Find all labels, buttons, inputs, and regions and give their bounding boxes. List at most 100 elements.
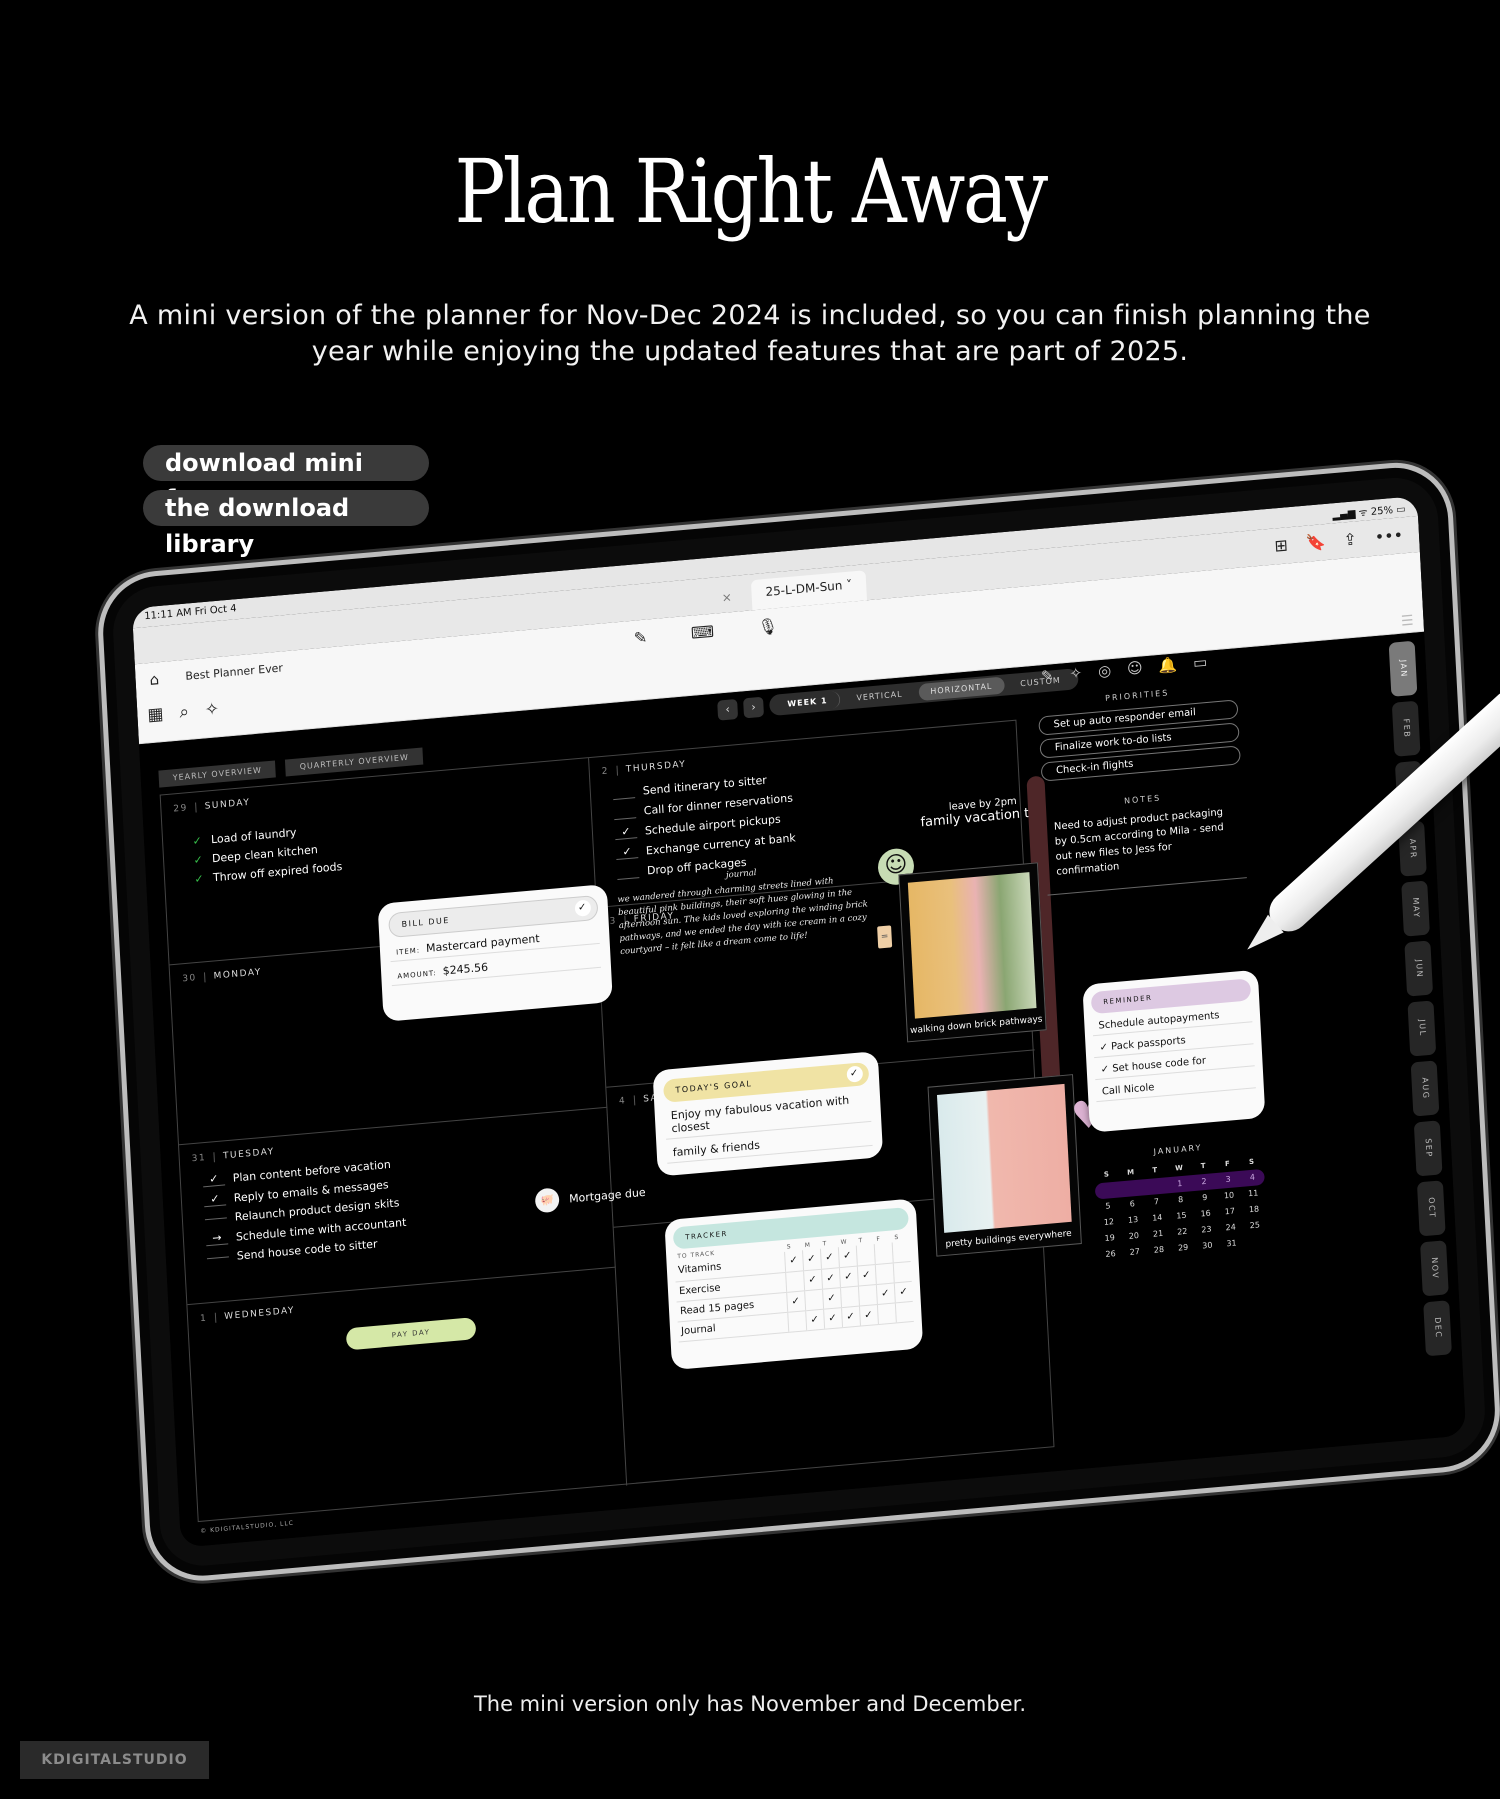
- tracker-empty-cell[interactable]: [787, 1310, 807, 1332]
- check-icon[interactable]: ✓: [192, 853, 205, 867]
- tracker-check-icon[interactable]: ✓: [837, 1245, 857, 1268]
- tracker-empty-cell[interactable]: [894, 1300, 914, 1323]
- tracker-check-icon[interactable]: ✓: [802, 1248, 821, 1271]
- photo-pretty-buildings[interactable]: pretty buildings everywhere: [927, 1074, 1082, 1257]
- month-tab-jul[interactable]: JUL: [1407, 1000, 1437, 1057]
- bell-icon[interactable]: 🔔: [1158, 655, 1178, 675]
- view-vertical[interactable]: VERTICAL: [844, 684, 915, 707]
- check-icon[interactable]: ✓: [193, 872, 206, 886]
- calendar-date[interactable]: 28: [1146, 1241, 1171, 1259]
- month-tab-may[interactable]: MAY: [1401, 880, 1430, 937]
- target-icon[interactable]: ◎: [1098, 661, 1112, 680]
- week-label[interactable]: WEEK 1: [774, 690, 841, 714]
- home-icon[interactable]: ⌂: [149, 670, 159, 689]
- day-name: SUNDAY: [204, 797, 251, 812]
- tracker-empty-cell[interactable]: [804, 1288, 824, 1311]
- tablet-frame: 11:11 AM Fri Oct 4 ▂▄▆ ᯤ 25% ▭ × 25-L-DM…: [95, 457, 1500, 1586]
- tracker-empty-cell[interactable]: [891, 1240, 911, 1263]
- tracker-check-icon[interactable]: ✓: [893, 1280, 913, 1303]
- tracker-check-icon[interactable]: ✓: [838, 1265, 858, 1288]
- calendar-date[interactable]: 26: [1098, 1245, 1123, 1263]
- tracker-check-icon[interactable]: ✓: [819, 1247, 839, 1269]
- pencil-tool-icon[interactable]: ✎: [1041, 666, 1054, 685]
- tracker-empty-cell[interactable]: [874, 1262, 894, 1285]
- sticky-note-icon[interactable]: =: [877, 925, 893, 949]
- task-mark[interactable]: ✓: [202, 1171, 226, 1188]
- pen-icon[interactable]: ✎: [633, 628, 647, 648]
- tracker-empty-cell[interactable]: [892, 1260, 912, 1283]
- calendar-date[interactable]: 31: [1219, 1235, 1244, 1253]
- check-icon[interactable]: ✓: [574, 899, 592, 917]
- task-mark[interactable]: [613, 804, 637, 821]
- month-tab-oct[interactable]: OCT: [1416, 1180, 1446, 1237]
- search-icon[interactable]: ⌕: [179, 702, 190, 723]
- calendar-date[interactable]: 30: [1195, 1237, 1220, 1255]
- tracker-check-icon[interactable]: ✓: [805, 1308, 825, 1331]
- day-number: 1: [199, 1312, 217, 1325]
- tracker-check-icon[interactable]: ✓: [856, 1264, 876, 1286]
- view-horizontal[interactable]: HORIZONTAL: [918, 676, 1005, 702]
- tracker-check-icon[interactable]: ✓: [803, 1268, 823, 1291]
- tracker-empty-cell[interactable]: [839, 1285, 859, 1308]
- microphone-icon[interactable]: 🎙: [757, 616, 778, 637]
- month-tab-jun[interactable]: JUN: [1404, 940, 1434, 997]
- habit-tracker-widget[interactable]: TRACKER TO TRACK S M T W T F S Vitamins ✓ ✓ ✓ ✓ Exer…: [664, 1198, 924, 1371]
- close-icon[interactable]: ×: [721, 590, 732, 605]
- calendar-icon[interactable]: ▭: [1193, 653, 1208, 672]
- check-icon[interactable]: ✓: [614, 824, 638, 841]
- tracker-empty-cell[interactable]: [876, 1302, 896, 1325]
- task-mark[interactable]: [206, 1256, 229, 1260]
- notes-text[interactable]: Need to adjust product packaging by 0.5c…: [1043, 803, 1247, 896]
- tracker-empty-cell[interactable]: [855, 1244, 875, 1266]
- grid-icon[interactable]: ▦: [147, 704, 164, 725]
- tracker-check-icon[interactable]: ✓: [822, 1287, 842, 1309]
- todays-goal-widget[interactable]: TODAY'S GOAL ✓ Enjoy my fabulous vacation…: [652, 1051, 884, 1177]
- month-tab-jan[interactable]: JAN: [1388, 640, 1418, 697]
- day-wednesday[interactable]: 1 WEDNESDAY: [187, 1267, 628, 1523]
- calendar-date[interactable]: [1243, 1233, 1268, 1251]
- tracker-empty-cell[interactable]: [785, 1270, 805, 1292]
- menu-icon[interactable]: ☰: [1401, 613, 1414, 630]
- tracker-empty-cell[interactable]: [873, 1242, 893, 1265]
- next-week-button[interactable]: ›: [743, 696, 764, 718]
- check-icon[interactable]: ✓: [615, 844, 639, 861]
- tracker-check-icon[interactable]: ✓: [875, 1282, 895, 1305]
- tracker-check-icon[interactable]: ✓: [841, 1305, 860, 1328]
- calendar-date[interactable]: 29: [1171, 1239, 1196, 1257]
- tracker-check-icon[interactable]: ✓: [786, 1290, 806, 1312]
- month-tab-aug[interactable]: AUG: [1410, 1060, 1440, 1117]
- tracker-check-icon[interactable]: ✓: [784, 1250, 804, 1272]
- ai-assistant-icon[interactable]: ✧: [204, 699, 219, 720]
- photo-brick-pathways[interactable]: walking down brick pathways: [898, 862, 1047, 1043]
- bookmark-icon[interactable]: 🔖: [1305, 532, 1326, 553]
- tracker-empty-cell[interactable]: [857, 1284, 877, 1306]
- tracker-check-icon[interactable]: ✓: [823, 1307, 843, 1329]
- day-number: 31: [191, 1152, 216, 1165]
- prev-week-button[interactable]: ‹: [717, 698, 739, 721]
- sparkle-icon[interactable]: ✧: [1069, 664, 1082, 683]
- share-icon[interactable]: ⇪: [1343, 529, 1357, 549]
- reminder-widget[interactable]: REMINDER Schedule autopayments ✓ Pack pa…: [1082, 969, 1266, 1133]
- quarterly-overview-button[interactable]: QUARTERLY OVERVIEW: [285, 747, 424, 777]
- add-page-icon[interactable]: ⊞: [1274, 535, 1288, 555]
- task-mark[interactable]: [204, 1217, 227, 1221]
- bill-due-widget[interactable]: BILL DUE ✓ ITEM: Mastercard payment AMOUNT…: [377, 883, 613, 1022]
- check-icon[interactable]: ✓: [846, 1065, 864, 1083]
- more-icon[interactable]: •••: [1374, 525, 1403, 546]
- month-tab-nov[interactable]: NOV: [1420, 1240, 1449, 1297]
- week-grid: 29 SUNDAY ✓ Load of laundry ✓ Deep clean ki…: [159, 719, 1055, 1523]
- task-mark[interactable]: ✓: [203, 1191, 227, 1208]
- tracker-check-icon[interactable]: ✓: [858, 1304, 878, 1326]
- month-tab-sep[interactable]: SEP: [1413, 1120, 1443, 1177]
- check-icon[interactable]: ✓: [191, 834, 204, 848]
- smiley-icon[interactable]: ☺: [1127, 658, 1144, 677]
- keyboard-icon[interactable]: ⌨: [691, 622, 715, 643]
- day-name: WEDNESDAY: [224, 1305, 296, 1322]
- tracker-check-icon[interactable]: ✓: [820, 1267, 840, 1289]
- month-tab-feb[interactable]: FEB: [1391, 700, 1421, 757]
- yearly-overview-button[interactable]: YEARLY OVERVIEW: [158, 760, 277, 788]
- month-tab-dec[interactable]: DEC: [1423, 1300, 1452, 1357]
- arrow-icon[interactable]: →: [205, 1230, 229, 1247]
- calendar-date[interactable]: 27: [1122, 1243, 1147, 1261]
- task-mark[interactable]: [612, 784, 636, 801]
